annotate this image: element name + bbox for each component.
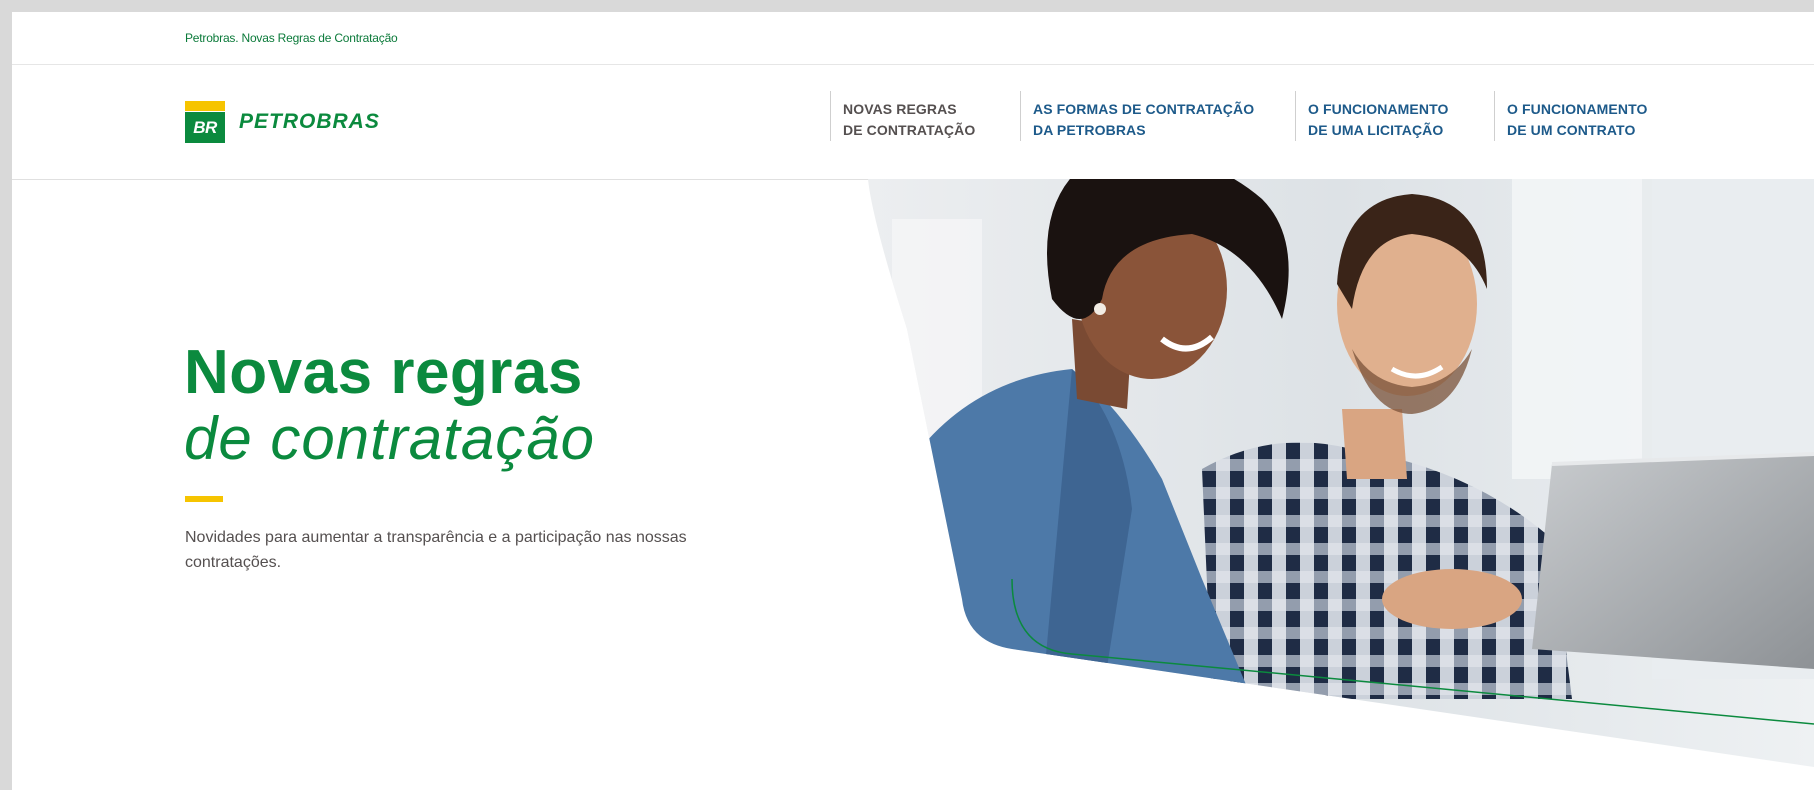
browser-page: Petrobras. Novas Regras de Contratação B… — [12, 12, 1814, 790]
hero-photo — [868, 179, 1814, 767]
nav-label-line2: DE CONTRATAÇÃO — [843, 122, 976, 138]
petrobras-logo[interactable]: BR PETROBRAS — [185, 101, 380, 143]
logo-green-block: BR — [185, 112, 225, 143]
hero-title-bold: Novas regras — [184, 338, 583, 407]
site-header: BR PETROBRAS NOVAS REGRAS DE CONTRATAÇÃO… — [12, 65, 1814, 180]
nav-label-line1: NOVAS REGRAS — [843, 101, 957, 117]
nav-item-funcionamento-contrato[interactable]: O FUNCIONAMENTO DE UM CONTRATO — [1494, 91, 1694, 141]
hero-image-area — [12, 179, 1814, 790]
nav-label-line2: DA PETROBRAS — [1033, 122, 1146, 138]
nav-label-line1: O FUNCIONAMENTO — [1507, 101, 1648, 117]
nav-label-line2: DE UM CONTRATO — [1507, 122, 1636, 138]
nav-item-funcionamento-licitacao[interactable]: O FUNCIONAMENTO DE UMA LICITAÇÃO — [1295, 91, 1494, 141]
nav-label-line1: AS FORMAS DE CONTRATAÇÃO — [1033, 101, 1255, 117]
nav-label-line2: DE UMA LICITAÇÃO — [1308, 122, 1444, 138]
hero-description: Novidades para aumentar a transparência … — [185, 529, 687, 571]
nav-item-formas-contratacao[interactable]: AS FORMAS DE CONTRATAÇÃO DA PETROBRAS — [1020, 91, 1295, 141]
br-logo-mark-icon: BR — [185, 101, 225, 143]
nav-label-line1: O FUNCIONAMENTO — [1308, 101, 1449, 117]
logo-yellow-bar — [185, 101, 225, 111]
nav-item-novas-regras[interactable]: NOVAS REGRAS DE CONTRATAÇÃO — [830, 91, 1020, 141]
hero-title-italic: de contratação — [184, 405, 595, 472]
main-navigation: NOVAS REGRAS DE CONTRATAÇÃO AS FORMAS DE… — [830, 91, 1694, 141]
site-breadcrumb-title[interactable]: Petrobras. Novas Regras de Contratação — [185, 31, 398, 45]
top-strip: Petrobras. Novas Regras de Contratação — [12, 12, 1814, 65]
logo-wordmark: PETROBRAS — [239, 110, 380, 133]
hero-accent-bar — [185, 496, 223, 502]
